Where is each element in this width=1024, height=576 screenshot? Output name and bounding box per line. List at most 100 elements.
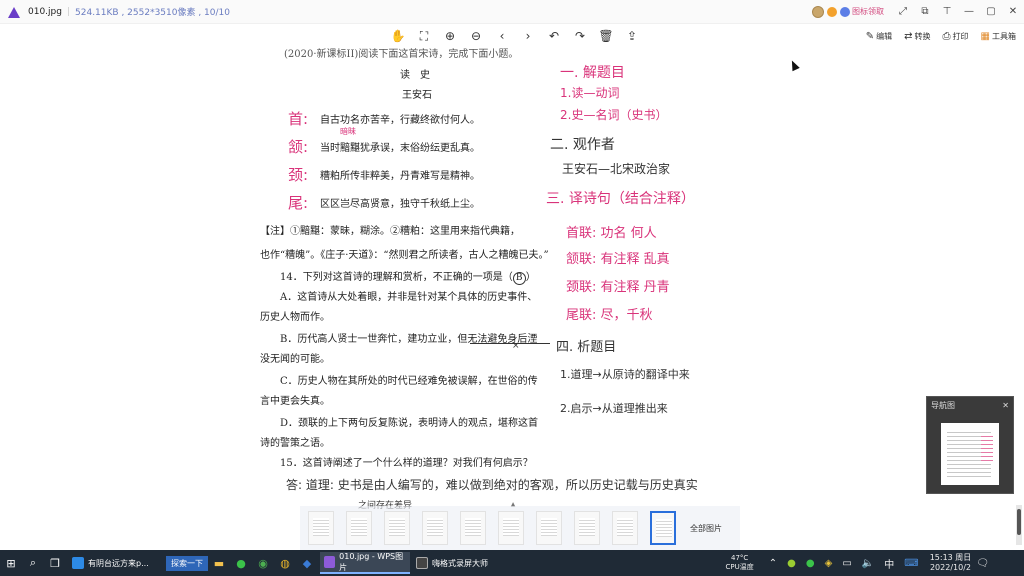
thumbnail[interactable] — [346, 511, 372, 545]
poem-author: 王安石 — [402, 90, 432, 101]
thumbnail[interactable] — [574, 511, 600, 545]
poem-line-4: 区区岂尽高贤意，独守千秋纸上尘。 — [320, 199, 480, 210]
thumbnail[interactable] — [308, 511, 334, 545]
close-icon[interactable]: ✕ — [1006, 5, 1020, 19]
green-app-icon[interactable]: ◉ — [252, 552, 274, 574]
thumbnail[interactable] — [612, 511, 638, 545]
taskbar-wps-app[interactable]: 010.jpg - WPS图片 — [320, 552, 410, 574]
taskbar-search-button[interactable]: 探索一下 — [166, 555, 208, 571]
rotate-right-icon[interactable]: ↷ — [567, 26, 593, 46]
tray-shield-icon[interactable]: ◈ — [825, 558, 833, 569]
option-c-line-2: 言中更会失真。 — [260, 396, 330, 407]
convert-label: 转换 — [914, 31, 931, 41]
document-image: (2020·新课标II)阅读下面这首宋诗，完成下面小题。 读 史 王安石 首: … — [240, 48, 780, 513]
hw-label-shoulian: 首: — [288, 110, 309, 128]
cpu-temp-value: 47°C — [731, 554, 749, 562]
blue-app-icon[interactable]: ◆ — [296, 552, 318, 574]
pin-icon[interactable]: ⊤ — [940, 5, 954, 19]
thumbnail[interactable] — [536, 511, 562, 545]
cpu-temperature-widget[interactable]: 47°C CPU温度 — [726, 554, 754, 572]
preview-annotation-mark — [981, 433, 993, 463]
hw-answer-line-1: 答: 道理: 史书是由人编写的，难以做到绝对的客观，所以历史记载与历史真实 — [286, 478, 698, 492]
input-method-icon[interactable]: ⌨ — [904, 558, 918, 569]
thumbnail[interactable] — [422, 511, 448, 545]
print-button[interactable]: ⎙ 打印 — [943, 31, 969, 42]
share-icon[interactable]: ⇪ — [619, 26, 645, 46]
recorder-app-label: 嗨格式录屏大师 — [432, 558, 488, 568]
all-pictures-link[interactable]: 全部图片 — [690, 523, 722, 534]
fullscreen-icon[interactable]: ⤢ — [896, 5, 910, 19]
navigator-preview[interactable] — [941, 423, 999, 485]
hw-label-jinglian: 颈: — [288, 166, 309, 184]
tray-app-icon[interactable]: ● — [787, 558, 796, 569]
option-a-line-2: 历史人物而作。 — [260, 312, 330, 323]
edit-button[interactable]: ✎ 编辑 — [866, 31, 892, 42]
avatar[interactable] — [812, 5, 824, 18]
taskbar-edge-app[interactable]: 有阴台远方来p... — [68, 552, 164, 574]
thumbnail-current[interactable] — [650, 511, 676, 545]
hw-note-6: 三. 译诗句（结合注释） — [546, 191, 695, 207]
zoom-in-icon[interactable]: ⊕ — [437, 26, 463, 46]
taskbar-recorder-app[interactable]: 嗨格式录屏大师 — [412, 552, 502, 574]
task-view-icon[interactable]: ❐ — [44, 552, 66, 574]
thumbnail[interactable] — [384, 511, 410, 545]
search-icon[interactable]: ⌕ — [22, 552, 44, 574]
clock[interactable]: 15:13 周日 2022/10/2 — [930, 553, 972, 573]
hand-tool-icon[interactable]: ✋ — [385, 26, 411, 46]
note-line-2: 也作“糟魄”。《庄子·天道》：“然则君之所读者，古人之糟魄已夫。” — [260, 250, 549, 261]
hw-note-9: 颈联: 有注释 丹青 — [566, 280, 670, 295]
thumbnail[interactable] — [460, 511, 486, 545]
wps-logo-icon — [8, 6, 22, 18]
hw-note-13: 2.启示→从道理推出来 — [560, 402, 668, 415]
hw-note-2: 1.读—动词 — [560, 86, 620, 100]
hw-note-11: 四. 析题目 — [556, 340, 617, 355]
question-14: 14．下列对这首诗的理解和赏析，不正确的一项是（ B） — [280, 268, 536, 285]
maximize-icon[interactable]: ▢ — [984, 5, 998, 19]
wps-photo-icon — [324, 556, 336, 568]
fit-screen-icon[interactable]: ⛶ — [411, 26, 437, 46]
note-line-1: 【注】①黯黮：蒙昧，糊涂。②糟粕：这里用来指代典籍， — [260, 226, 520, 237]
navigator-close-icon[interactable]: ✕ — [1002, 401, 1009, 410]
hw-note-10: 尾联: 尽，千秋 — [566, 308, 653, 323]
wechat-icon[interactable]: ● — [230, 552, 252, 574]
poem-line-1: 自古功名亦苦辛，行藏终欲付何人。 — [320, 115, 480, 126]
folder-icon[interactable]: ▬ — [208, 552, 230, 574]
chrome-icon[interactable]: ◍ — [274, 552, 296, 574]
restore-icon[interactable]: ⧉ — [918, 5, 932, 19]
intro-text: (2020·新课标II)阅读下面这首宋诗，完成下面小题。 — [284, 49, 519, 60]
vip-badge-icon[interactable] — [840, 6, 850, 17]
hw-cross-mark: × — [512, 341, 520, 351]
file-name: 010.jpg — [28, 6, 62, 17]
minimize-icon[interactable]: — — [962, 5, 976, 19]
convert-icon: ⇄ — [904, 30, 913, 42]
coin-badge-icon[interactable] — [827, 6, 837, 17]
navigator-panel: 导航图 ✕ — [926, 396, 1014, 494]
edit-label: 编辑 — [876, 31, 893, 41]
option-a-line-1: A．这首诗从大处着眼，并非是针对某个具体的历史事件、 — [280, 292, 538, 303]
thumbnail-strip: 全部图片 — [300, 506, 740, 550]
volume-icon[interactable]: 🔈 — [862, 558, 874, 569]
toolbox-button[interactable]: ▦ 工具箱 — [981, 31, 1016, 42]
poem-line-3: 糟粕所传非粹美，丹青难写是精神。 — [320, 171, 480, 182]
previous-icon[interactable]: ‹ — [489, 26, 515, 46]
thumbnail[interactable] — [498, 511, 524, 545]
windows-start-icon[interactable]: ⊞ — [0, 552, 22, 574]
convert-button[interactable]: ⇄ 转换 — [904, 31, 930, 42]
clock-time: 15:13 周日 — [929, 553, 972, 562]
rotate-left-icon[interactable]: ↶ — [541, 26, 567, 46]
hw-note-3: 2.史—名词（史书） — [560, 108, 668, 122]
hw-note-5: 王安石—北宋政治家 — [562, 162, 671, 176]
vip-link[interactable]: 图标领取 — [852, 6, 884, 17]
tray-wechat-icon[interactable]: ● — [806, 558, 815, 569]
notification-icon[interactable]: 🗨 — [976, 558, 989, 569]
hw-annotation-anmei: 暗昧 — [340, 127, 356, 136]
scrollbar[interactable] — [1016, 505, 1022, 545]
ime-indicator[interactable]: 中 — [884, 556, 894, 571]
zoom-out-icon[interactable]: ⊖ — [463, 26, 489, 46]
edit-icon: ✎ — [865, 30, 875, 42]
browser-icon — [72, 557, 84, 569]
chevron-up-icon[interactable]: ⌃ — [769, 558, 777, 569]
next-icon[interactable]: › — [515, 26, 541, 46]
delete-icon[interactable]: 🗑 — [593, 26, 619, 46]
network-icon[interactable]: ▭ — [842, 558, 851, 569]
